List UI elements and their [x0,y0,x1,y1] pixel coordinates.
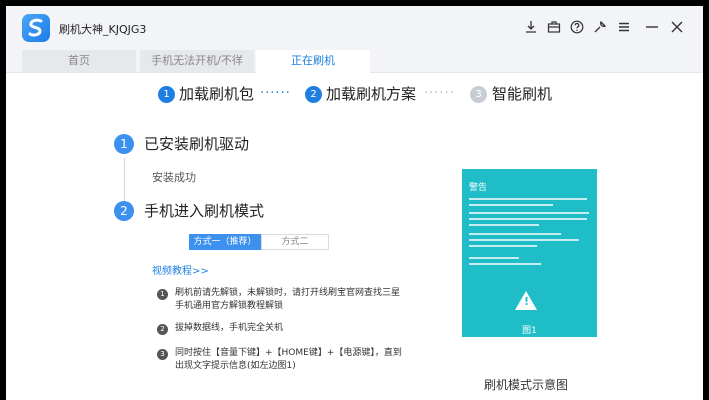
phone-text-line [469,257,519,259]
minimize-icon[interactable] [643,18,661,36]
instruction-3-number: 3 [157,349,168,360]
step-connector-1: ······ [260,86,291,101]
help-icon[interactable] [568,18,586,36]
section-2-number: 2 [114,201,134,221]
instruction-2-number: 2 [157,324,168,335]
phone-text-line [469,218,587,220]
step-1-label: 加载刷机包 [179,85,255,103]
warning-exclamation-icon: ! [524,295,530,308]
phone-text-line [469,233,561,235]
tab-home[interactable]: 首页 [22,50,136,72]
phone-text-line [469,239,579,241]
phone-text-line [469,198,587,200]
phone-text-line [469,245,537,247]
step-2-label: 加载刷机方案 [326,85,417,103]
method-tab-2[interactable]: 方式二 [261,234,329,250]
step-3-number: 3 [470,86,487,103]
step-1-number: 1 [158,86,175,103]
phone-screen-preview: 警告 ! 图1 [462,169,597,337]
tab-bar: 首页 手机无法开机/不徉 正在刷机 [6,50,703,73]
tab-flashing[interactable]: 正在刷机 [256,50,370,73]
section-connector-line [124,158,125,202]
briefcase-icon[interactable] [545,18,563,36]
step-2-number: 2 [305,86,322,103]
phone-text-line [469,263,541,265]
section-1-number: 1 [114,134,134,154]
step-3-label: 智能刷机 [492,85,553,103]
video-tutorial-link[interactable]: 视频教程>> [152,262,209,277]
instruction-3-text: 同时按住【音量下键】+【HOME键】+【电源键】，直到出现文字提示信息(如左边图… [175,348,402,371]
figure-label: 图1 [522,326,537,336]
phone-text-line [469,224,539,226]
download-icon[interactable] [522,18,540,36]
app-logo [22,14,50,42]
close-icon[interactable] [668,18,686,36]
driver-status: 安装成功 [152,171,196,184]
app-window: 刷机大神_KJQJG3 首页 手机无法开机/不徉 正在刷机 1 加载刷机包 ··… [6,6,703,400]
phone-warning-title: 警告 [469,183,488,193]
section-2-title: 手机进入刷机模式 [144,202,265,220]
wrench-icon[interactable] [591,18,609,36]
tab-no-boot[interactable]: 手机无法开机/不徉 [140,50,254,72]
instruction-1-text: 刷机前请先解锁，未解锁时，请打开线刷宝官网查找三星手机通用官方解锁教程解锁 [175,288,401,311]
instruction-1-number: 1 [157,289,168,300]
phone-text-line [469,212,589,214]
menu-icon[interactable] [615,18,633,36]
phone-text-line [469,204,553,206]
title-bar: 刷机大神_KJQJG3 [6,6,703,50]
phone-preview-caption: 刷机模式示意图 [484,378,569,392]
instruction-2-text: 拔掉数据线，手机完全关机 [175,323,284,333]
step-connector-2: ······ [424,86,455,101]
logo-s-icon [28,18,43,37]
method-tab-1[interactable]: 方式一（推荐） [189,234,261,250]
app-title: 刷机大神_KJQJG3 [59,23,147,36]
section-1-title: 已安装刷机驱动 [144,135,250,153]
progress-steps: 1 加载刷机包 ······ 2 加载刷机方案 ······ 3 智能刷机 [6,84,703,106]
